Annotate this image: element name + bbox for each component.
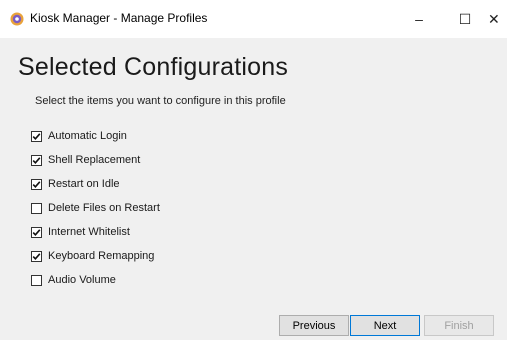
option-keyboard-remapping[interactable]: Keyboard Remapping [31,244,160,268]
page-title: Selected Configurations [18,53,289,81]
option-label: Delete Files on Restart [48,202,160,214]
option-automatic-login[interactable]: Automatic Login [31,124,160,148]
option-delete-files-on-restart[interactable]: Delete Files on Restart [31,196,160,220]
option-label: Internet Whitelist [48,226,130,238]
minimize-button[interactable]: – [396,0,442,38]
option-label: Restart on Idle [48,178,120,190]
checkbox[interactable] [31,274,42,286]
checkbox[interactable] [31,250,42,262]
option-label: Audio Volume [48,274,116,286]
checkmark-icon [32,180,41,188]
checkmark-icon [32,228,41,236]
next-button[interactable]: Next [350,315,420,336]
option-label: Shell Replacement [48,154,141,166]
checkbox[interactable] [31,202,42,214]
option-label: Keyboard Remapping [48,250,155,262]
checkmark-icon [32,156,41,164]
checkbox[interactable] [31,226,42,238]
window-title: Kiosk Manager - Manage Profiles [30,11,208,25]
option-restart-on-idle[interactable]: Restart on Idle [31,172,160,196]
option-audio-volume[interactable]: Audio Volume [31,268,160,292]
checkbox[interactable] [31,130,42,142]
checkmark-icon [32,132,41,140]
configuration-options-list: Automatic Login Shell Replacement Restar… [31,124,160,292]
option-label: Automatic Login [48,130,127,142]
maximize-button[interactable]: ☐ [442,0,488,38]
finish-button[interactable]: Finish [424,315,494,336]
option-internet-whitelist[interactable]: Internet Whitelist [31,220,160,244]
title-bar[interactable]: Kiosk Manager - Manage Profiles – ☐ ✕ [0,0,507,38]
option-shell-replacement[interactable]: Shell Replacement [31,148,160,172]
page-subtitle: Select the items you want to configure i… [35,95,286,107]
checkbox[interactable] [31,178,42,190]
previous-button[interactable]: Previous [279,315,349,336]
close-button[interactable]: ✕ [488,0,507,38]
app-logo-icon [10,12,24,26]
app-window: Kiosk Manager - Manage Profiles – ☐ ✕ Se… [0,0,507,340]
checkbox[interactable] [31,154,42,166]
checkmark-icon [32,252,41,260]
